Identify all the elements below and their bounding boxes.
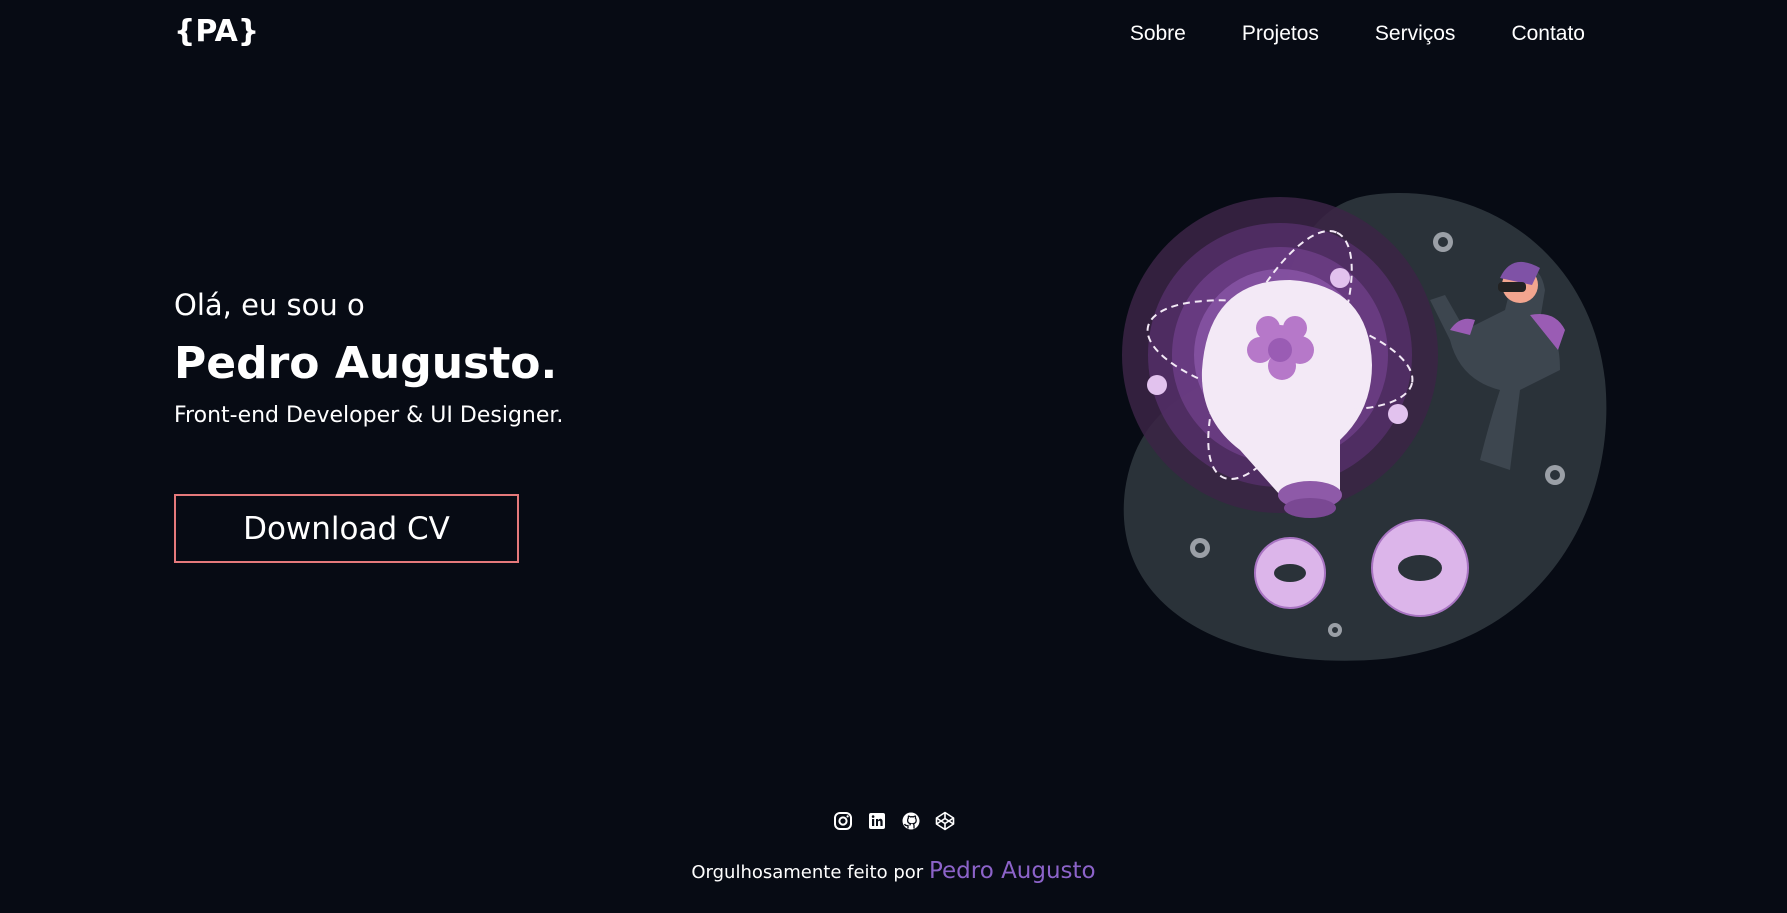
linkedin-icon[interactable]	[867, 811, 887, 831]
hero-role: Front-end Developer & UI Designer.	[174, 403, 564, 428]
codepen-icon[interactable]	[935, 811, 955, 831]
footer-text: Orgulhosamente feito por	[691, 862, 924, 883]
footer-author-link[interactable]: Pedro Augusto	[929, 858, 1096, 884]
nav-item-servicos[interactable]: Serviços	[1375, 22, 1456, 46]
nav-item-sobre[interactable]: Sobre	[1130, 22, 1186, 46]
social-links	[0, 811, 1787, 831]
footer: Orgulhosamente feito por Pedro Augusto	[0, 858, 1787, 884]
instagram-icon[interactable]	[833, 811, 853, 831]
main-nav: Sobre Projetos Serviços Contato	[1130, 22, 1585, 46]
github-icon[interactable]	[901, 811, 921, 831]
logo[interactable]: {PA}	[174, 14, 259, 49]
nav-item-projetos[interactable]: Projetos	[1242, 22, 1319, 46]
hero-illustration	[1122, 192, 1607, 661]
hero-section: Olá, eu sou o Pedro Augusto. Front-end D…	[174, 288, 563, 428]
download-cv-button[interactable]: Download CV	[174, 494, 519, 563]
nav-item-contato[interactable]: Contato	[1511, 22, 1585, 46]
hero-name: Pedro Augusto.	[174, 338, 558, 389]
hero-greeting: Olá, eu sou o	[174, 288, 365, 322]
